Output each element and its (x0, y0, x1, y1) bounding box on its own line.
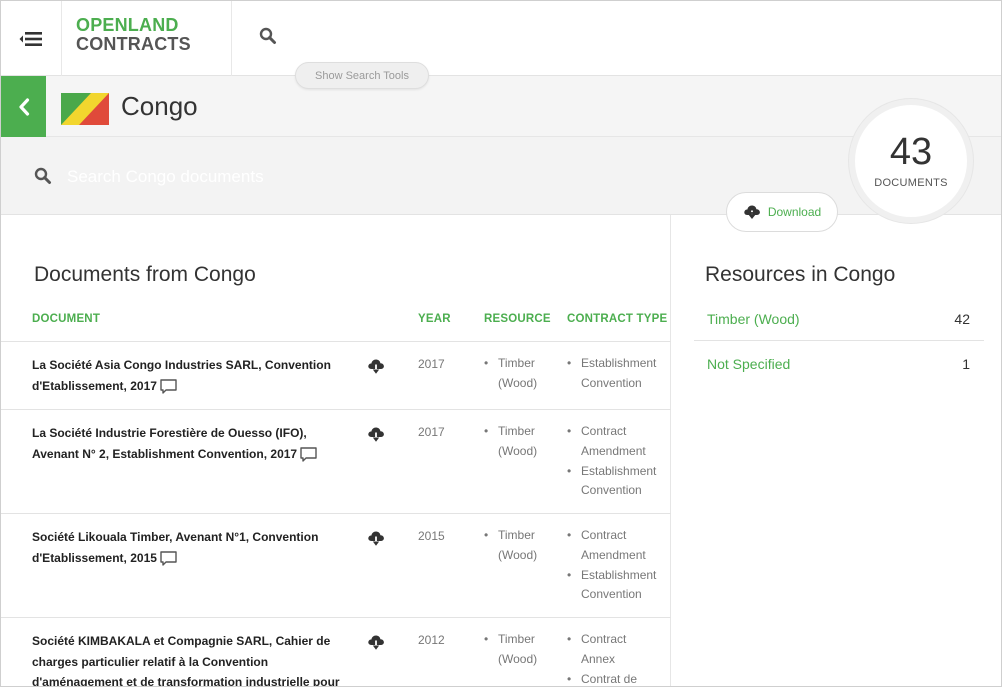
download-button[interactable]: Download (726, 192, 838, 232)
contract-type-text: Contract (581, 424, 627, 438)
search-icon (259, 27, 276, 44)
page: OPENLAND CONTRACTS Show Search Tools Con… (0, 0, 1002, 687)
resource-text: (Wood) (498, 547, 538, 562)
resources-title: Resources in Congo (705, 263, 896, 286)
resource-text: (Wood) (498, 443, 538, 458)
contract-type-text: Establishment (581, 356, 657, 370)
contract-type-text: Contrat de (581, 671, 638, 686)
download-label: Download (767, 205, 822, 219)
document-year: 2017 (418, 357, 445, 371)
country-title: Congo (121, 91, 198, 121)
contract-type-item: Establishment Convention (567, 566, 656, 606)
contract-type-text: Establishment (581, 567, 657, 582)
document-title[interactable]: Société KIMBAKALA et Compagnie SARL, Cah… (32, 631, 350, 686)
country-search-input[interactable] (67, 163, 567, 191)
document-year: 2017 (418, 425, 445, 439)
logo-line-1: OPENLAND (76, 15, 179, 35)
column-header-contract-type[interactable]: CONTRACT TYPE (567, 313, 667, 325)
resource-row: Not Specified 1 (694, 355, 984, 401)
resource-count: 1 (962, 356, 970, 372)
contract-type-item: Establishment Convention (567, 354, 656, 394)
contract-type-text: Establishment (581, 463, 657, 478)
comment-icon[interactable] (160, 551, 177, 566)
contract-type-list: Contract Annex Contrat de (567, 630, 638, 686)
resource-divider (694, 340, 984, 341)
cloud-download-icon[interactable] (367, 358, 385, 375)
resource-item: Timber (Wood) (484, 630, 537, 670)
cloud-download-icon[interactable] (367, 426, 385, 443)
resource-text: (Wood) (498, 651, 538, 666)
resource-list: Timber (Wood) (484, 354, 537, 394)
top-bar: OPENLAND CONTRACTS (1, 1, 1001, 76)
contract-type-list: Establishment Convention (567, 354, 656, 394)
document-title-text[interactable]: La Société Asia Congo Industries SARL, C… (32, 358, 331, 393)
contract-type-item: Contract Amendment (567, 526, 656, 566)
column-header-year[interactable]: YEAR (418, 313, 451, 325)
site-logo[interactable]: OPENLAND CONTRACTS (62, 1, 232, 76)
resource-text: (Wood) (498, 375, 538, 390)
resource-item: Timber (Wood) (484, 422, 537, 462)
comment-icon[interactable] (300, 447, 317, 462)
menu-button[interactable] (1, 1, 62, 76)
cloud-download-icon (744, 205, 760, 219)
contract-type-item: Establishment Convention (567, 462, 656, 502)
comment-icon[interactable] (160, 379, 177, 394)
cloud-download-icon[interactable] (367, 634, 385, 651)
resource-text: Timber (498, 528, 535, 542)
resource-text: Timber (498, 424, 535, 438)
contract-type-text: Contract (581, 528, 627, 542)
document-year: 2012 (418, 633, 445, 647)
menu-icon (19, 31, 42, 46)
contract-type-list: Contract Amendment Establishment Conventio… (567, 422, 656, 501)
resource-list: Timber (Wood) (484, 422, 537, 462)
cloud-download-icon[interactable] (367, 530, 385, 547)
documents-title: Documents from Congo (34, 263, 256, 286)
resource-link-not-specified[interactable]: Not Specified (707, 356, 790, 372)
back-arrow-icon (18, 97, 29, 116)
document-title-text[interactable]: La Société Industrie Forestière de Ouess… (32, 426, 307, 461)
congo-flag (61, 93, 109, 125)
contract-type-list: Contract Amendment Establishment Conventio… (567, 526, 656, 605)
resource-item: Timber (Wood) (484, 526, 537, 566)
table-row: La Société Asia Congo Industries SARL, C… (1, 342, 671, 410)
document-title[interactable]: La Société Asia Congo Industries SARL, C… (32, 355, 350, 396)
resource-list: Timber (Wood) (484, 526, 537, 566)
document-title[interactable]: La Société Industrie Forestière de Ouess… (32, 423, 350, 464)
documents-section: Documents from Congo DOCUMENT YEAR RESOU… (1, 215, 671, 686)
search-icon (34, 167, 51, 184)
document-count: 43 (889, 131, 933, 173)
document-year: 2015 (418, 529, 445, 543)
resource-count: 42 (954, 311, 970, 327)
show-search-tools-button[interactable]: Show Search Tools (295, 62, 429, 89)
contract-type-text: Convention (581, 483, 642, 498)
table-row: Société KIMBAKALA et Compagnie SARL, Cah… (1, 618, 671, 686)
contract-type-item: Contract Amendment (567, 422, 656, 462)
resource-link-timber[interactable]: Timber (Wood) (707, 311, 800, 327)
column-header-resource[interactable]: RESOURCE (484, 313, 551, 325)
logo-line-2: CONTRACTS (76, 34, 191, 54)
contract-type-text: Annex (581, 651, 616, 666)
contract-type-text: Convention (581, 375, 642, 390)
resources-section: Resources in Congo Timber (Wood) 42 Not … (672, 215, 1001, 686)
contract-type-item: Contract Annex (567, 630, 637, 670)
contract-type-item: Contrat de (567, 670, 638, 686)
country-bar: Congo (1, 76, 1001, 137)
resource-row: Timber (Wood) 42 (694, 309, 984, 355)
column-header-document[interactable]: DOCUMENT (32, 313, 100, 325)
table-row: La Société Industrie Forestière de Ouess… (1, 410, 671, 514)
contract-type-text: Convention (581, 587, 642, 602)
contract-type-text: Amendment (581, 547, 646, 562)
resource-text: Timber (498, 356, 535, 370)
back-button[interactable] (1, 76, 46, 137)
header-search-button[interactable] (259, 27, 277, 50)
resource-item: Timber (Wood) (484, 354, 537, 394)
contract-type-text: Amendment (581, 443, 646, 458)
document-title[interactable]: Société Likouala Timber, Avenant N°1, Co… (32, 527, 350, 568)
resource-list: Timber (Wood) (484, 630, 537, 670)
document-count-badge: 43 DOCUMENTS (849, 99, 973, 223)
contract-type-text: Contract (581, 632, 627, 646)
resource-text: Timber (498, 632, 535, 646)
table-row: Société Likouala Timber, Avenant N°1, Co… (1, 514, 671, 618)
document-count-label: DOCUMENTS (874, 177, 948, 189)
